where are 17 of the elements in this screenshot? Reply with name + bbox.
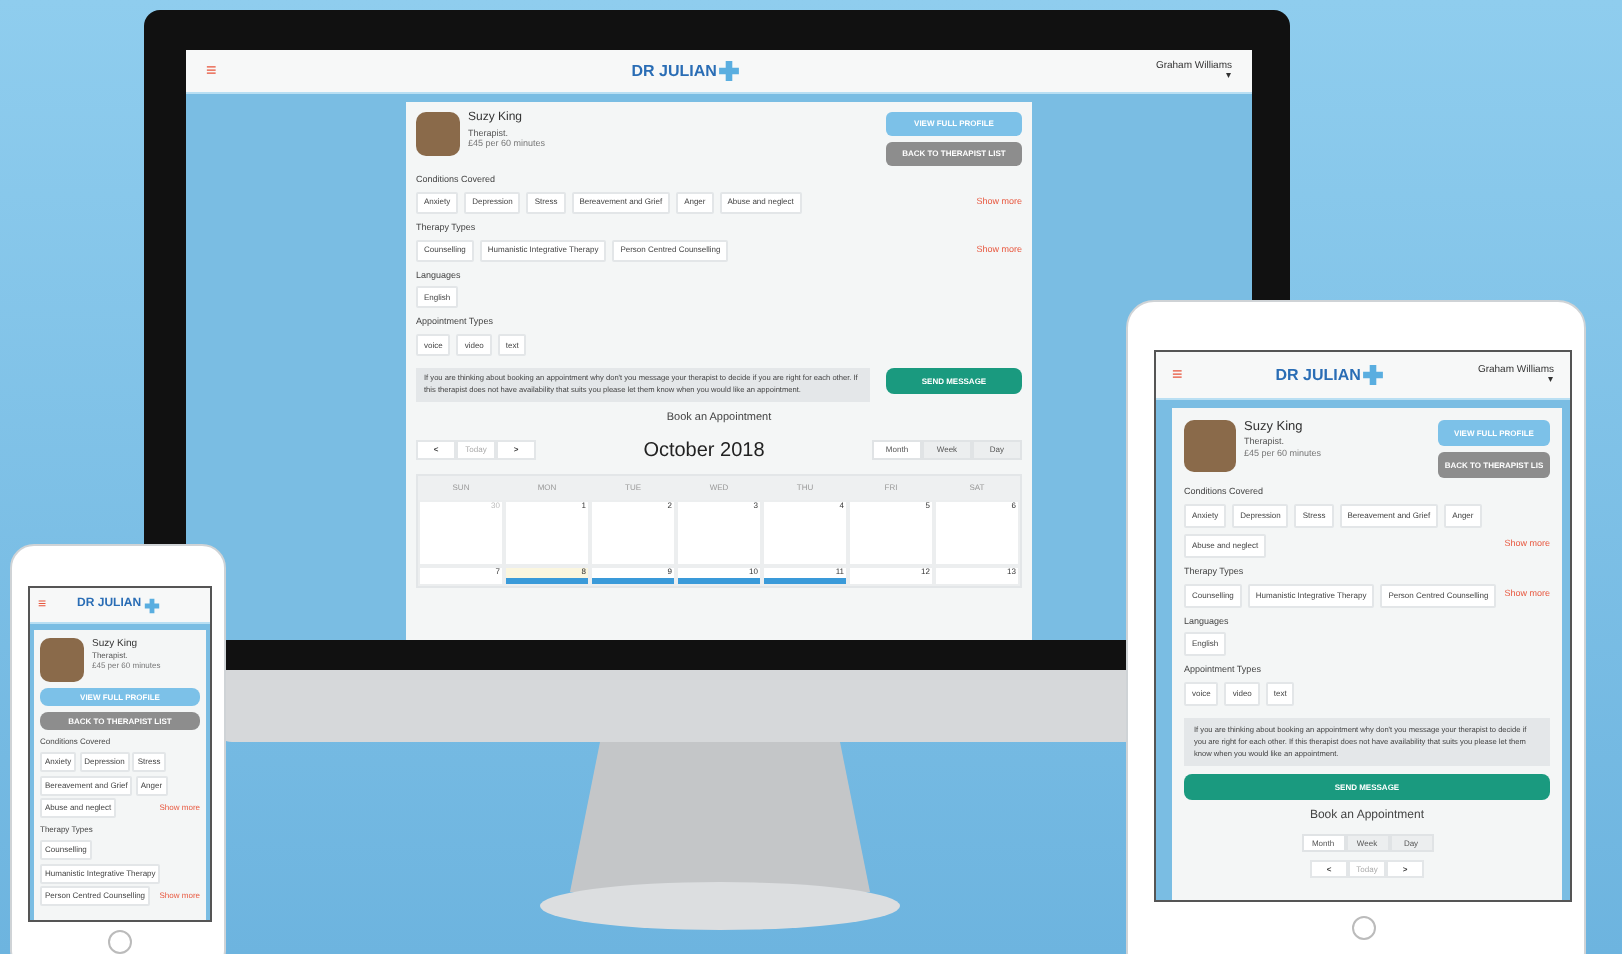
photo-placeholder xyxy=(1184,420,1236,472)
photo-placeholder xyxy=(416,112,460,156)
logo-text[interactable]: DR JULIAN xyxy=(631,59,717,83)
menu-button[interactable]: ≡ xyxy=(1172,366,1183,384)
event-bar[interactable] xyxy=(678,577,760,584)
logo-cross-icon xyxy=(1362,364,1385,386)
event-bar[interactable] xyxy=(506,577,588,584)
month-title: October 2018 xyxy=(643,437,765,466)
logo-cross-icon xyxy=(143,597,160,613)
logo-cross-icon xyxy=(718,60,741,82)
home-button[interactable] xyxy=(108,930,132,954)
event-bar[interactable] xyxy=(764,577,846,584)
photo-placeholder xyxy=(40,638,84,682)
home-button[interactable] xyxy=(1351,916,1375,940)
logo-text[interactable]: DR JULIAN xyxy=(1275,363,1361,387)
event-bar[interactable] xyxy=(592,577,674,584)
menu-button[interactable]: ≡ xyxy=(206,62,217,80)
